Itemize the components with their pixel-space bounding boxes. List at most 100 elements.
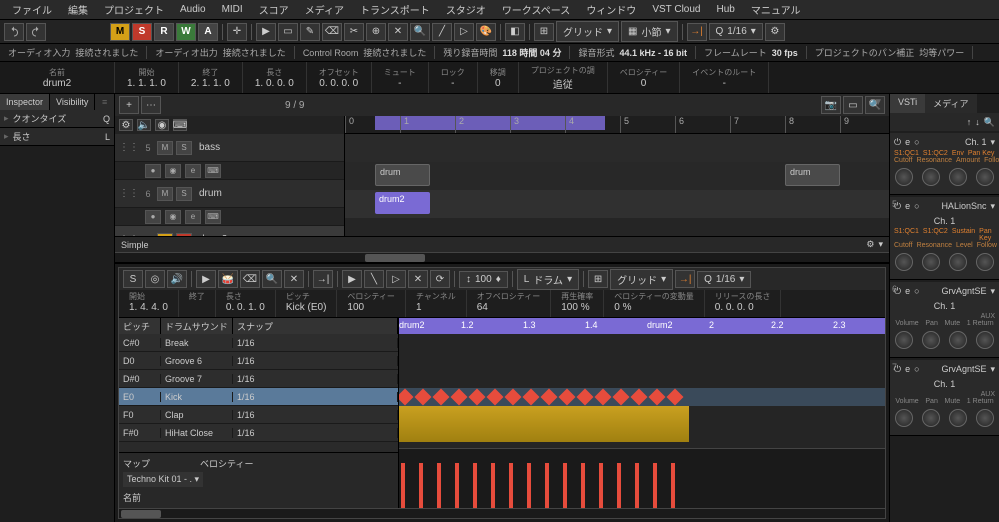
vsti-bypass-icon[interactable]: ○	[914, 201, 919, 212]
drum-note[interactable]	[415, 389, 432, 406]
editor-mode-label[interactable]: Simple	[121, 240, 149, 250]
drum-note[interactable]	[523, 389, 540, 406]
vsti-power-icon[interactable]: ⏻	[894, 137, 901, 148]
inspector-length[interactable]: ▸長さL	[0, 128, 114, 146]
velocity-bar[interactable]	[509, 463, 513, 508]
ed-drumstick-tool[interactable]: 🥁	[218, 270, 238, 288]
menu-media[interactable]: メディア	[297, 0, 352, 19]
menu-audio[interactable]: Audio	[172, 2, 214, 17]
automation-button[interactable]: A	[198, 23, 218, 41]
mute-button[interactable]: M	[110, 23, 130, 41]
menu-transport[interactable]: トランスポート	[352, 0, 438, 19]
pointer-tool[interactable]: ▶	[256, 23, 276, 41]
clip-drum[interactable]: drum	[375, 164, 430, 186]
info-tune-value[interactable]: 追従	[531, 76, 595, 91]
ed-quantize-apply[interactable]: →|	[675, 270, 695, 288]
track-solo[interactable]: S	[176, 187, 192, 201]
panel-menu-icon[interactable]: ≡	[95, 94, 114, 110]
arrange-canvas[interactable]: 0123456789 drum drum drum2	[345, 116, 889, 236]
info-root-value[interactable]: -	[692, 78, 756, 89]
ed-pitch-value[interactable]: Kick (E0)	[286, 302, 327, 313]
color-picker[interactable]: ◧	[505, 23, 525, 41]
knob[interactable]	[976, 253, 994, 271]
write-button[interactable]: W	[176, 23, 196, 41]
info-length-value[interactable]: 1. 0. 0. 0	[255, 78, 294, 89]
info-end-value[interactable]: 2. 1. 1. 0	[191, 78, 230, 89]
crosshair-icon[interactable]: ✛	[227, 23, 247, 41]
knob[interactable]	[922, 168, 940, 186]
ed-erase-tool[interactable]: ⌫	[240, 270, 260, 288]
menu-vstcloud[interactable]: VST Cloud	[644, 2, 708, 17]
ed-mute-tool[interactable]: ✕	[284, 270, 304, 288]
info-offset-value[interactable]: 0. 0. 0. 0	[319, 78, 359, 89]
knob[interactable]	[976, 409, 994, 427]
track-settings-icon[interactable]: ⚙	[119, 119, 133, 131]
info-mute-value[interactable]: -	[384, 78, 416, 89]
zoom-tool[interactable]: 🔍	[410, 23, 430, 41]
ed-play-tool[interactable]: ▷	[386, 270, 406, 288]
ed-line-tool[interactable]: ╲	[364, 270, 384, 288]
drum-row[interactable]: F#0 HiHat Close 1/16	[119, 424, 398, 442]
track-monitor-icon[interactable]: ◉	[155, 119, 169, 131]
knob[interactable]	[949, 409, 967, 427]
knob[interactable]	[949, 253, 967, 271]
drum-editor-canvas[interactable]: drum21.21.31.4drum222.22.32.4	[399, 318, 885, 508]
clip-drum2[interactable]: drum2	[375, 192, 430, 214]
drum-note[interactable]	[505, 389, 522, 406]
ed-length-value[interactable]: 0. 0. 1. 0	[226, 302, 265, 313]
velocity-bar[interactable]	[491, 463, 495, 508]
knob[interactable]	[895, 168, 913, 186]
track-mute[interactable]: M	[157, 141, 173, 155]
vsti-down-icon[interactable]: ↓	[975, 117, 980, 127]
glue-tool[interactable]: ⊕	[366, 23, 386, 41]
ed-feedback-icon[interactable]: 🔊	[167, 270, 187, 288]
velocity-bar[interactable]	[419, 463, 423, 508]
drum-row[interactable]: D#0 Groove 7 1/16	[119, 370, 398, 388]
velocity-bar[interactable]	[455, 463, 459, 508]
quantize-dropdown[interactable]: Q1/16▾	[709, 23, 763, 40]
knob[interactable]	[895, 331, 913, 349]
knob[interactable]	[922, 253, 940, 271]
drum-note[interactable]	[613, 389, 630, 406]
ed-grid-dropdown[interactable]: グリッド ▾	[610, 269, 673, 290]
play-tool[interactable]: ▷	[454, 23, 474, 41]
draw-tool[interactable]: ✎	[300, 23, 320, 41]
drum-note[interactable]	[649, 389, 666, 406]
track-row[interactable]: ⋮⋮6 M S drum	[115, 180, 344, 208]
note-lane[interactable]	[399, 388, 885, 406]
info-start-value[interactable]: 1. 1. 1. 0	[127, 78, 166, 89]
track-solo[interactable]: S	[176, 141, 192, 155]
ed-chan-value[interactable]: 1	[416, 302, 456, 313]
snapshot-icon[interactable]: 📷	[821, 96, 841, 114]
ed-start-value[interactable]: 1. 4. 4. 0	[129, 302, 168, 313]
window-icon[interactable]: ▭	[843, 96, 863, 114]
menu-studio[interactable]: スタジオ	[438, 0, 494, 19]
menu-file[interactable]: ファイル	[4, 0, 60, 19]
knob[interactable]	[976, 168, 994, 186]
ed-solo-icon[interactable]: S	[123, 270, 143, 288]
drum-row[interactable]: D0 Groove 6 1/16	[119, 352, 398, 370]
ed-prob-value[interactable]: 100 %	[561, 302, 593, 313]
velocity-bar[interactable]	[401, 463, 405, 508]
tab-inspector[interactable]: Inspector	[0, 94, 50, 110]
ed-pointer2-tool[interactable]: ▶	[342, 270, 362, 288]
gear-icon[interactable]: ⚙	[866, 239, 874, 250]
drum-note[interactable]	[451, 389, 468, 406]
map-dropdown[interactable]: Techno Kit 01 - .▾	[123, 472, 203, 487]
clip-drum-2[interactable]: drum	[785, 164, 840, 186]
ed-length-dropdown[interactable]: L ドラム ▾	[517, 269, 579, 290]
drum-note[interactable]	[577, 389, 594, 406]
vsti-slot[interactable]: ⏻e○Ch. 1▾S1:QC1S1:QC2EnvPan KeyCutoffRes…	[890, 133, 999, 195]
col-pitch[interactable]: ピッチ	[119, 318, 161, 334]
track-record[interactable]: ●	[145, 210, 161, 224]
velocity-bar[interactable]	[599, 463, 603, 508]
velocity-bar[interactable]	[653, 463, 657, 508]
tab-media[interactable]: メディア	[925, 94, 976, 113]
drum-note[interactable]	[541, 389, 558, 406]
vsti-bypass-icon[interactable]: ○	[914, 286, 919, 297]
ed-vel-value[interactable]: 100	[347, 302, 395, 313]
color-tool[interactable]: 🎨	[476, 23, 496, 41]
menu-edit[interactable]: 編集	[60, 0, 96, 19]
drum-note[interactable]	[595, 389, 612, 406]
split-tool[interactable]: ✂	[344, 23, 364, 41]
